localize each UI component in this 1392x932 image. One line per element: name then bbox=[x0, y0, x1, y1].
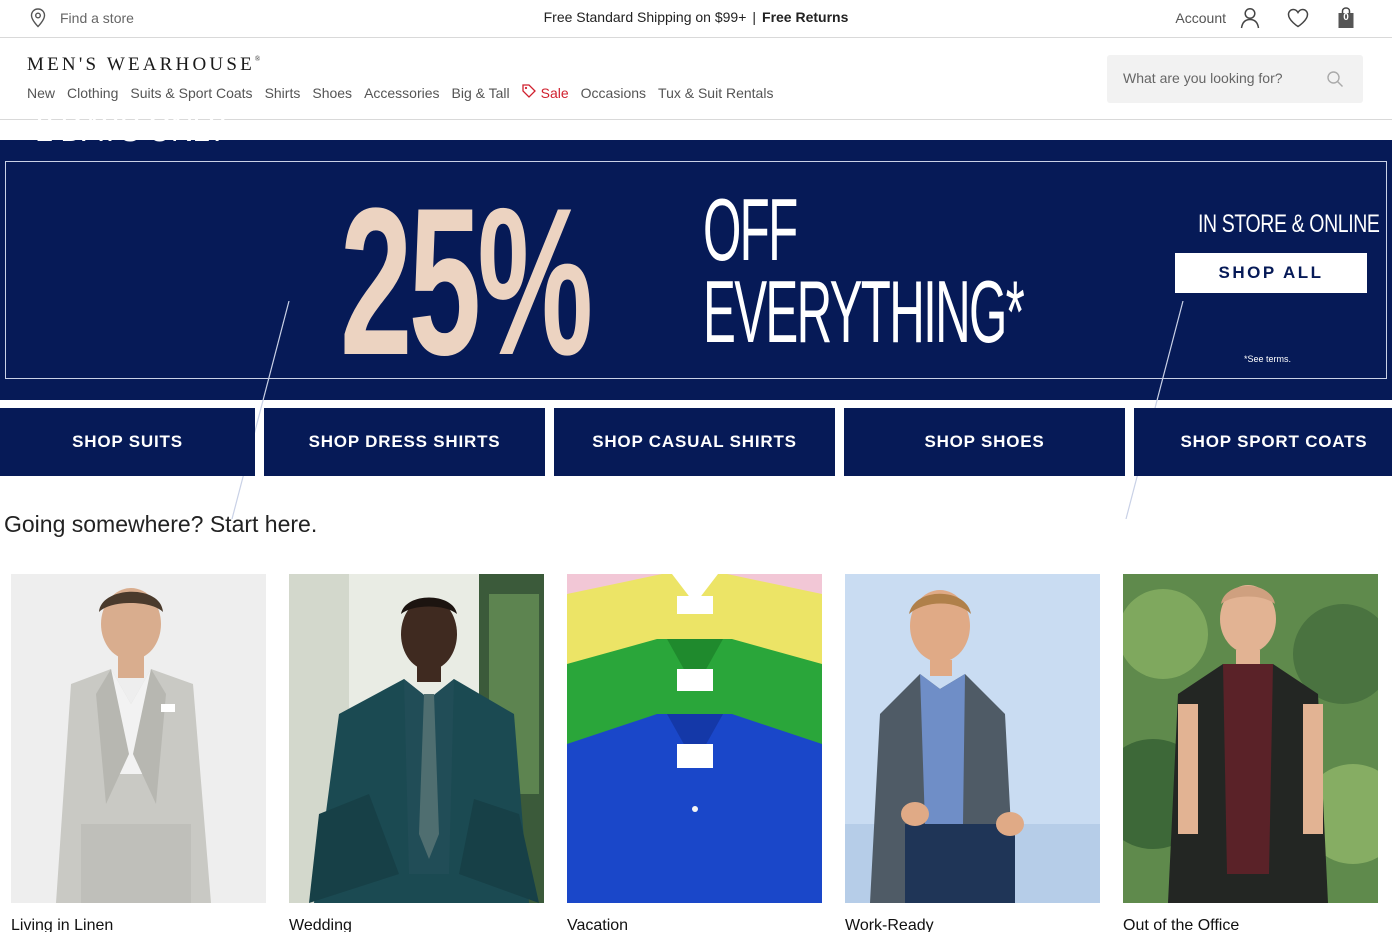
shop-casual-shirts-button[interactable]: SHOP CASUAL SHIRTS bbox=[554, 408, 835, 476]
heart-icon[interactable] bbox=[1286, 6, 1310, 30]
card-wedding[interactable]: Wedding bbox=[289, 574, 544, 932]
see-terms-link[interactable]: *See terms. bbox=[1244, 354, 1291, 364]
nav-item-shoes[interactable]: Shoes bbox=[312, 84, 352, 101]
card-label: Out of the Office bbox=[1123, 917, 1240, 932]
card-label: Work-Ready bbox=[845, 917, 934, 932]
search-icon[interactable] bbox=[1326, 70, 1344, 93]
card-image-vacation bbox=[567, 574, 822, 903]
nav-item-occasions[interactable]: Occasions bbox=[581, 84, 646, 101]
nav-item-shirts[interactable]: Shirts bbox=[265, 84, 301, 101]
returns-text[interactable]: Free Returns bbox=[762, 9, 848, 25]
shopping-bag-icon[interactable]: 0 bbox=[1334, 6, 1358, 30]
card-image-wedding bbox=[289, 574, 544, 903]
nav-item-accessories[interactable]: Accessories bbox=[364, 84, 439, 101]
shop-sport-coats-button[interactable]: SHOP SPORT COATS bbox=[1134, 408, 1392, 476]
card-image-out-of-office bbox=[1123, 574, 1378, 903]
category-buttons: SHOP SUITS SHOP DRESS SHIRTS SHOP CASUAL… bbox=[0, 408, 1392, 476]
card-label: Wedding bbox=[289, 917, 352, 932]
nav-item-new[interactable]: New bbox=[27, 84, 55, 101]
tag-icon bbox=[521, 84, 536, 101]
account-area: Account 0 bbox=[1175, 6, 1358, 30]
main-nav: New Clothing Suits & Sport Coats Shirts … bbox=[27, 84, 773, 101]
shop-dress-shirts-button[interactable]: SHOP DRESS SHIRTS bbox=[264, 408, 545, 476]
sale-label: Sale bbox=[540, 84, 569, 101]
shop-shoes-button[interactable]: SHOP SHOES bbox=[844, 408, 1125, 476]
utility-bar: Find a store Free Standard Shipping on $… bbox=[0, 0, 1392, 38]
logo[interactable]: MEN'S WEARHOUSE® bbox=[27, 54, 260, 76]
hero-percent: 25% bbox=[340, 164, 593, 399]
logo-text: MEN'S WEARHOUSE bbox=[27, 54, 255, 75]
shop-all-button[interactable]: SHOP ALL bbox=[1175, 253, 1367, 293]
hero-off: OFF bbox=[703, 180, 798, 279]
section-title: Going somewhere? Start here. bbox=[4, 511, 318, 537]
account-icon[interactable] bbox=[1238, 6, 1262, 30]
search-input[interactable] bbox=[1123, 67, 1313, 89]
card-out-of-the-office[interactable]: Out of the Office bbox=[1123, 574, 1378, 932]
nav-item-sale[interactable]: Sale bbox=[521, 84, 569, 101]
card-image-linen bbox=[11, 574, 266, 903]
logo-mark: ® bbox=[254, 55, 261, 63]
card-vacation[interactable]: Vacation bbox=[567, 574, 822, 932]
bag-count: 0 bbox=[1343, 12, 1349, 23]
nav-item-big-tall[interactable]: Big & Tall bbox=[452, 84, 510, 101]
account-link[interactable]: Account bbox=[1175, 10, 1226, 26]
nav-item-tux-suit-rentals[interactable]: Tux & Suit Rentals bbox=[658, 84, 773, 101]
card-label: Vacation bbox=[567, 917, 629, 932]
nav-item-clothing[interactable]: Clothing bbox=[67, 84, 118, 101]
hero-everything: EVERYTHING* bbox=[703, 262, 1025, 361]
nav-item-suits-sport-coats[interactable]: Suits & Sport Coats bbox=[130, 84, 252, 101]
separator: | bbox=[752, 9, 757, 25]
card-image-work-ready bbox=[845, 574, 1100, 903]
hero-days-only: 2 DAYS ONLY bbox=[36, 108, 228, 150]
card-label: Living in Linen bbox=[11, 917, 114, 932]
card-work-ready[interactable]: Work-Ready bbox=[845, 574, 1100, 932]
hero-instore-online: IN STORE & ONLINE bbox=[1198, 210, 1380, 238]
shop-suits-button[interactable]: SHOP SUITS bbox=[0, 408, 255, 476]
card-living-in-linen[interactable]: Living in Linen bbox=[11, 574, 266, 932]
search-box bbox=[1107, 55, 1363, 103]
shipping-text[interactable]: Free Standard Shipping on $99+ bbox=[544, 9, 747, 25]
